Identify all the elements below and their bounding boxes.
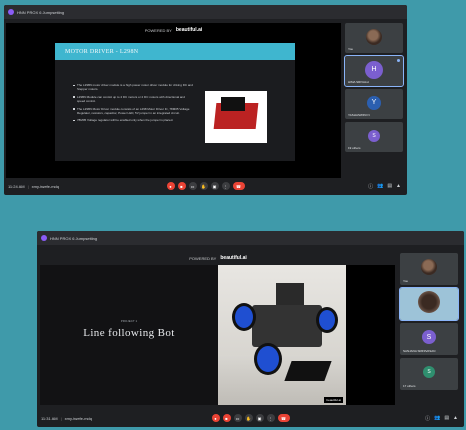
brand-bar: POWERED BY beautiful.ai <box>6 23 341 37</box>
control-bar: 11:24 AM | xmy-twefe-mdq ● ■ ▭ ✋ ▣ ⋮ ☎ ⓘ… <box>4 177 407 195</box>
slide-title: MOTOR DRIVER - L298N <box>55 43 295 60</box>
camera-video <box>418 291 440 314</box>
bullet-item: 78M05 Voltage regulator will be enabled … <box>73 118 193 122</box>
brand-prefix: POWERED BY <box>189 255 217 261</box>
camera-off-icon[interactable]: ■ <box>177 182 186 190</box>
robot-chassis <box>252 305 322 347</box>
participant-tile-others[interactable]: S 17 others <box>400 358 458 390</box>
participant-tile[interactable]: S SANJANA SRINIVASAN <box>400 323 458 355</box>
participant-tile-others[interactable]: S 19 others <box>345 122 403 152</box>
brand-prefix: POWERED BY <box>144 27 172 33</box>
battery-pack-shape <box>276 283 304 305</box>
avatar: S <box>368 129 380 142</box>
slide-subtitle: PROJECT 1 <box>120 319 138 323</box>
heatsink-shape <box>221 97 245 111</box>
wheel-shape <box>316 307 338 333</box>
present-icon[interactable]: ▣ <box>255 414 264 422</box>
participant-tiles: You H HIMA SRIVALLI Y YASHASWINI N S 19 … <box>344 23 404 152</box>
side-controls: ⓘ 👥 ▤ ▲ <box>368 183 401 190</box>
end-call-button[interactable]: ☎ <box>232 182 245 190</box>
people-icon[interactable]: 👥 <box>377 183 383 190</box>
participant-name: 19 others <box>348 146 361 150</box>
separator: | <box>27 183 29 189</box>
speaking-icon <box>397 59 400 62</box>
avatar <box>366 28 382 45</box>
more-options-icon[interactable]: ⋮ <box>221 182 230 190</box>
participant-tiles: You S SANJANA SRINIVASAN S 17 others <box>399 253 459 390</box>
side-controls: ⓘ 👥 ▤ ▲ <box>425 415 458 422</box>
participant-name: YASHASWINI N <box>348 113 370 117</box>
participant-name: SANJANA SRINIVASAN <box>403 349 436 353</box>
brand-name: beautiful.ai <box>220 255 247 261</box>
title-bar: HNN PROX 6 Jumpsetting <box>4 5 407 19</box>
presentation-stage: PROJECT 1 Line following Bot beautiful.a… <box>40 265 395 405</box>
chat-icon[interactable]: ▤ <box>444 415 449 422</box>
brand-name: beautiful.ai <box>175 27 203 33</box>
call-controls: ● ■ ▭ ✋ ▣ ⋮ ☎ <box>166 182 245 190</box>
meet-window-bottom: HNN PROX 6 Jumpsetting POWERED BY beauti… <box>37 231 464 427</box>
wheel-shape <box>232 303 256 331</box>
slide-title: Line following Bot <box>83 327 175 339</box>
slide: MOTOR DRIVER - L298N The L298N motor dri… <box>55 43 295 161</box>
separator: | <box>60 415 62 421</box>
activities-icon[interactable]: ▲ <box>453 415 458 422</box>
clock-time: 11:31 AM <box>41 415 58 421</box>
mic-off-icon[interactable]: ● <box>211 414 220 422</box>
presentation-stage: POWERED BY beautiful.ai MOTOR DRIVER - L… <box>6 23 341 178</box>
title-bar: HNN PROX 6 Jumpsetting <box>37 231 464 245</box>
meet-logo-icon <box>8 9 14 15</box>
captions-icon[interactable]: ▭ <box>188 182 197 190</box>
line-sensor-shape <box>284 361 332 381</box>
participant-tile[interactable]: H HIMA SRIVALLI <box>344 55 404 87</box>
chat-icon[interactable]: ▤ <box>387 183 392 190</box>
clock-time: 11:24 AM <box>8 183 25 189</box>
participant-name: 17 others <box>403 384 416 388</box>
window-title: HNN PROX 6 Jumpsetting <box>50 235 98 241</box>
control-bar: 11:31 AM | xmy-twefe-mdq ● ■ ▭ ✋ ▣ ⋮ ☎ ⓘ… <box>37 409 464 427</box>
call-controls: ● ■ ▭ ✋ ▣ ⋮ ☎ <box>211 414 290 422</box>
wheel-shape <box>254 343 282 375</box>
participant-tile-you[interactable]: You <box>400 253 458 285</box>
present-icon[interactable]: ▣ <box>210 182 219 190</box>
raise-hand-icon[interactable]: ✋ <box>244 414 253 422</box>
photo-brand-tag: beautiful.ai <box>324 397 343 403</box>
bullet-item: The L298N Motor Driver module consists o… <box>73 107 193 116</box>
more-options-icon[interactable]: ⋮ <box>266 414 275 422</box>
mic-off-icon[interactable]: ● <box>166 182 175 190</box>
info-icon[interactable]: ⓘ <box>368 183 373 190</box>
meeting-code: xmy-twefe-mdq <box>31 183 59 189</box>
activities-icon[interactable]: ▲ <box>396 183 401 190</box>
participant-name: You <box>348 47 354 51</box>
avatar: Y <box>367 95 381 110</box>
captions-icon[interactable]: ▭ <box>233 414 242 422</box>
camera-off-icon[interactable]: ■ <box>222 414 231 422</box>
end-call-button[interactable]: ☎ <box>277 414 290 422</box>
avatar: H <box>365 60 383 79</box>
motor-driver-image <box>205 91 267 143</box>
slide: PROJECT 1 Line following Bot <box>40 265 218 405</box>
participant-tile[interactable]: Y YASHASWINI N <box>345 89 403 119</box>
robot-image: beautiful.ai <box>218 265 346 405</box>
bullet-item: The L298N motor driver module is a high … <box>73 83 193 92</box>
avatar: S <box>423 366 435 379</box>
meeting-code: xmy-twefe-mdq <box>64 415 92 421</box>
avatar <box>421 259 437 276</box>
participant-video-tile[interactable] <box>399 287 459 321</box>
meet-logo-icon <box>41 235 47 241</box>
bullet-list: The L298N motor driver module is a high … <box>73 83 193 126</box>
brand-bar: POWERED BY beautiful.ai <box>37 251 399 265</box>
meet-window-top: HNN PROX 6 Jumpsetting POWERED BY beauti… <box>4 5 407 195</box>
info-icon[interactable]: ⓘ <box>425 415 430 422</box>
participant-name: HIMA SRIVALLI <box>348 80 370 84</box>
avatar: S <box>422 330 436 345</box>
bullet-item: L298N Module can control up to 4 DC moto… <box>73 95 193 104</box>
window-title: HNN PROX 6 Jumpsetting <box>17 9 65 15</box>
people-icon[interactable]: 👥 <box>434 415 440 422</box>
participant-name: You <box>403 279 409 283</box>
raise-hand-icon[interactable]: ✋ <box>199 182 208 190</box>
participant-tile-you[interactable]: You <box>345 23 403 53</box>
